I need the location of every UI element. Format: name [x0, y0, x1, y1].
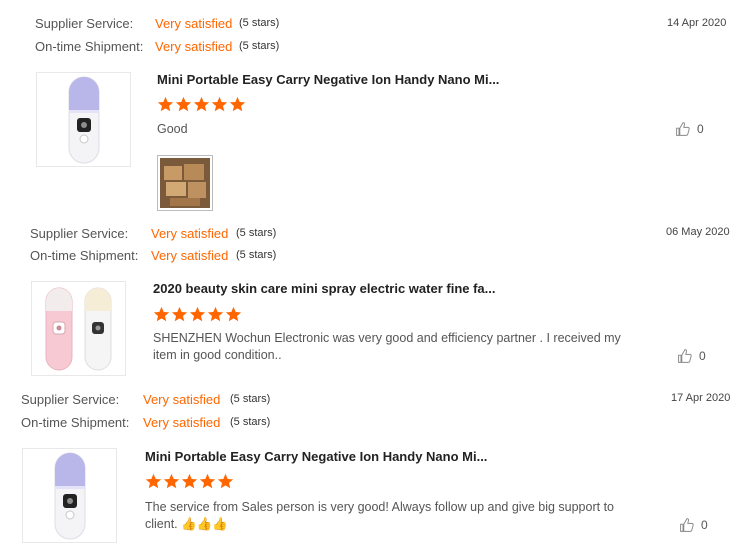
- star-icon: [229, 96, 246, 112]
- on-time-shipment-stars: (5 stars): [239, 40, 280, 52]
- thumbs-up-icon: [678, 349, 692, 363]
- boxes-photo-image: [160, 158, 210, 208]
- star-icon: [171, 306, 188, 322]
- like-count: 0: [701, 518, 708, 532]
- supplier-service-rating: Supplier Service: Very satisfied (5 star…: [30, 226, 276, 241]
- review-card: Supplier Service: Very satisfied (5 star…: [0, 376, 750, 550]
- review-photo[interactable]: [157, 155, 213, 211]
- on-time-shipment-label: On-time Shipment:: [21, 415, 130, 430]
- helpful-like-button[interactable]: 0: [679, 517, 708, 533]
- supplier-service-rating: Supplier Service: Very satisfied (5 star…: [21, 392, 270, 407]
- review-comment: SHENZHEN Wochun Electronic was very good…: [153, 331, 621, 362]
- star-icon: [189, 306, 206, 322]
- on-time-shipment-value: Very satisfied: [155, 39, 233, 54]
- on-time-shipment-value: Very satisfied: [151, 248, 229, 263]
- product-thumbnail[interactable]: [36, 72, 131, 167]
- supplier-service-label: Supplier Service:: [21, 392, 120, 407]
- supplier-service-label: Supplier Service:: [35, 16, 134, 31]
- on-time-shipment-rating: On-time Shipment: Very satisfied (5 star…: [30, 248, 276, 263]
- supplier-service-label: Supplier Service:: [30, 226, 129, 241]
- helpful-like-button[interactable]: 0: [677, 348, 706, 364]
- star-icon: [207, 306, 224, 322]
- thumbs-up-icon: [676, 122, 690, 136]
- supplier-service-stars: (5 stars): [230, 393, 271, 405]
- star-icon: [181, 473, 198, 489]
- product-thumbnail[interactable]: [31, 281, 126, 376]
- star-icon: [163, 473, 180, 489]
- review-card: Supplier Service: Very satisfied (5 star…: [0, 218, 750, 376]
- review-card: Supplier Service: Very satisfied (5 star…: [0, 0, 750, 218]
- thumbs-up-icon: [680, 518, 694, 532]
- review-date: 14 Apr 2020: [667, 17, 727, 29]
- helpful-like-button[interactable]: 0: [675, 121, 704, 137]
- on-time-shipment-label: On-time Shipment:: [35, 39, 144, 54]
- supplier-service-value: Very satisfied: [143, 392, 221, 407]
- on-time-shipment-rating: On-time Shipment: Very satisfied (5 star…: [35, 39, 279, 54]
- on-time-shipment-stars: (5 stars): [236, 249, 277, 261]
- product-name-link[interactable]: Mini Portable Easy Carry Negative Ion Ha…: [145, 449, 487, 464]
- like-count: 0: [697, 122, 704, 136]
- star-icon: [217, 473, 234, 489]
- product-name-link[interactable]: Mini Portable Easy Carry Negative Ion Ha…: [157, 72, 499, 87]
- supplier-service-stars: (5 stars): [239, 17, 280, 29]
- supplier-service-stars: (5 stars): [236, 227, 277, 239]
- supplier-service-value: Very satisfied: [155, 16, 233, 31]
- star-icon: [157, 96, 174, 112]
- like-count: 0: [699, 349, 706, 363]
- on-time-shipment-label: On-time Shipment:: [30, 248, 139, 263]
- star-icon: [193, 96, 210, 112]
- star-icon: [225, 306, 242, 322]
- review-date: 17 Apr 2020: [671, 392, 731, 404]
- review-comment: Good: [157, 122, 188, 136]
- supplier-service-value: Very satisfied: [151, 226, 229, 241]
- product-name-link[interactable]: 2020 beauty skin care mini spray electri…: [153, 281, 496, 296]
- star-icon: [175, 96, 192, 112]
- on-time-shipment-stars: (5 stars): [230, 416, 271, 428]
- star-icon: [145, 473, 162, 489]
- star-icon: [199, 473, 216, 489]
- on-time-shipment-value: Very satisfied: [143, 415, 221, 430]
- mist-sprayer-image: [54, 452, 86, 540]
- review-comment: The service from Sales person is very go…: [145, 500, 614, 531]
- on-time-shipment-rating: On-time Shipment: Very satisfied (5 star…: [21, 415, 270, 430]
- star-icon: [211, 96, 228, 112]
- star-icon: [153, 306, 170, 322]
- mist-sprayer-image: [68, 76, 100, 164]
- review-date: 06 May 2020: [666, 226, 730, 238]
- mist-sprayer-pair-image: [45, 287, 112, 371]
- product-thumbnail[interactable]: [22, 448, 117, 543]
- supplier-service-rating: Supplier Service: Very satisfied (5 star…: [35, 16, 279, 31]
